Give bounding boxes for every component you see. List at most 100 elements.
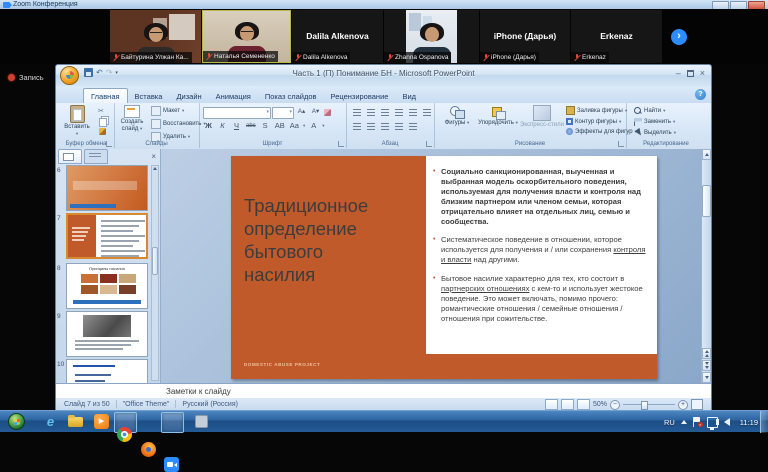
save-icon[interactable] [84,68,93,77]
participant-tile[interactable]: Байтурина Улжан Ка... [110,10,201,63]
font-button-Ч[interactable]: Ч [231,121,242,131]
start-button[interactable] [8,413,25,430]
paragraph-button[interactable] [379,107,390,118]
volume-icon[interactable] [724,418,730,426]
show-desktop-button[interactable] [760,411,768,433]
paragraph-button[interactable] [351,107,362,118]
tab-outline[interactable] [84,149,108,164]
editing-item-2[interactable]: Выделить▾ [634,129,676,137]
paragraph-button[interactable] [393,107,404,118]
normal-view-button[interactable] [545,399,558,410]
clock[interactable]: 11:19 [740,418,758,427]
font-button-К[interactable]: К [217,121,228,131]
format-painter-button[interactable] [99,128,106,135]
zoom-slider-knob[interactable] [641,401,648,410]
zoom-in-button[interactable]: + [678,400,688,410]
font-button-Аа[interactable]: Аа [289,121,300,131]
participant-tile[interactable]: iPhone (Дарья)iPhone (Дарья) [480,10,570,63]
powerpoint-titlebar[interactable]: Часть 1 (П) Понимание БН - Microsoft Pow… [56,65,711,87]
office-button[interactable] [60,66,79,85]
slideshow-button[interactable] [577,399,590,410]
drawing-item-2[interactable]: Эффекты для фигур▾ [566,128,637,135]
copy-button[interactable] [99,118,107,127]
paragraph-button[interactable] [421,107,432,118]
font-button-АВ[interactable]: АВ [274,121,286,131]
slide-title[interactable]: Традиционное определение бытового насили… [244,194,422,286]
editing-item-0[interactable]: Найти▾ [634,107,676,115]
arrange-button[interactable]: Упорядочить ▾ [478,105,518,127]
slide-thumbnail-6[interactable] [66,165,148,211]
paste-button[interactable]: Вставить ▾ [62,105,92,137]
close-icon[interactable]: × [151,152,158,162]
paragraph-button[interactable] [351,121,362,132]
help-button[interactable]: ? [695,89,706,100]
font-size-combobox[interactable] [272,107,294,119]
slides-item-0[interactable]: Макет▾ [151,106,206,116]
file-explorer-icon[interactable] [68,417,83,427]
paragraph-button[interactable] [393,121,404,132]
status-language[interactable]: Русский (Россия) [182,401,238,408]
slides-item-1[interactable]: Восстановить▾ [151,119,206,129]
action-center-icon[interactable]: × [693,417,701,427]
minimize-icon[interactable]: – [676,68,681,78]
panel-scrollbar[interactable] [151,165,159,381]
next-slide-button[interactable] [702,360,711,371]
zoom-app-icon[interactable] [164,457,179,472]
drawing-item-0[interactable]: Заливка фигуры▾ [566,106,637,115]
restore-icon[interactable] [687,70,694,77]
pinned-app-icon[interactable] [195,415,208,428]
redo-icon[interactable]: ↷ [106,68,113,77]
scroll-up-icon[interactable] [153,167,157,170]
next-participants-button[interactable]: › [671,29,687,45]
cut-button[interactable]: ✂ [98,107,104,115]
dialog-launcher-icon[interactable] [618,141,624,147]
ribbon-tab-Анимация[interactable]: Анимация [209,89,258,103]
slide-thumbnail-9[interactable] [66,311,148,357]
internet-explorer-icon[interactable]: e [43,414,58,429]
ribbon-tab-Показ слайдов[interactable]: Показ слайдов [258,89,324,103]
participant-tile[interactable]: ErkenazErkenaz [571,10,662,63]
editing-item-1[interactable]: Заменить▾ [634,118,676,126]
scroll-down-button[interactable] [702,372,711,383]
grow-font-button[interactable]: А▴ [296,107,307,117]
slide-thumbnail-8[interactable]: Принципы насилия [66,263,148,309]
slide-canvas[interactable]: Традиционное определение бытового насили… [231,156,657,379]
fit-to-window-button[interactable] [691,399,703,410]
slide-bullet-list[interactable]: •Социально санкционированная, выученная … [433,167,647,333]
slide-thumbnail-7[interactable] [66,213,148,259]
paragraph-button[interactable] [379,121,390,132]
zoom-slider[interactable] [623,404,675,405]
dialog-launcher-icon[interactable] [338,141,344,147]
font-button-abc[interactable]: abc [245,121,257,131]
clear-formatting-icon[interactable] [324,109,331,116]
scrollbar-thumb[interactable] [152,247,158,275]
ribbon-tab-Дизайн[interactable]: Дизайн [169,89,208,103]
paragraph-button[interactable] [365,107,376,118]
scrollbar-thumb[interactable] [702,185,711,217]
hidden-icons-arrow[interactable] [681,420,687,424]
ribbon-tab-Рецензирование[interactable]: Рецензирование [324,89,396,103]
zoom-out-button[interactable]: − [610,400,620,410]
paragraph-button[interactable] [407,121,418,132]
vertical-scrollbar[interactable] [701,149,711,383]
chrome-icon[interactable] [117,427,132,442]
firefox-icon[interactable] [141,442,156,457]
drawing-item-1[interactable]: Контур фигуры▾ [566,118,637,125]
participant-tile[interactable]: Zhanna Ospanova [384,10,479,63]
scroll-up-button[interactable] [702,149,711,160]
new-slide-button[interactable]: Создать слайд ▾ [116,105,148,132]
ribbon-tab-Главная[interactable]: Главная [83,88,128,103]
media-player-icon[interactable]: ▶ [94,414,109,429]
undo-icon[interactable]: ↶ [96,68,103,77]
participant-tile[interactable]: Dalila AlkenovaDalila Alkenova [292,10,383,63]
font-button-S[interactable]: S [260,121,271,131]
font-button-Ж[interactable]: Ж [203,121,214,131]
qat-dropdown-icon[interactable]: ▾ [115,70,118,76]
notes-pane[interactable]: Заметки к слайду [56,383,711,399]
font-name-combobox[interactable] [203,107,271,119]
font-button-А[interactable]: А [308,121,319,131]
shapes-button[interactable]: Фигуры ▾ [440,105,474,127]
dialog-launcher-icon[interactable] [106,141,112,147]
ribbon-tab-Вставка[interactable]: Вставка [128,89,170,103]
dialog-launcher-icon[interactable] [426,141,432,147]
